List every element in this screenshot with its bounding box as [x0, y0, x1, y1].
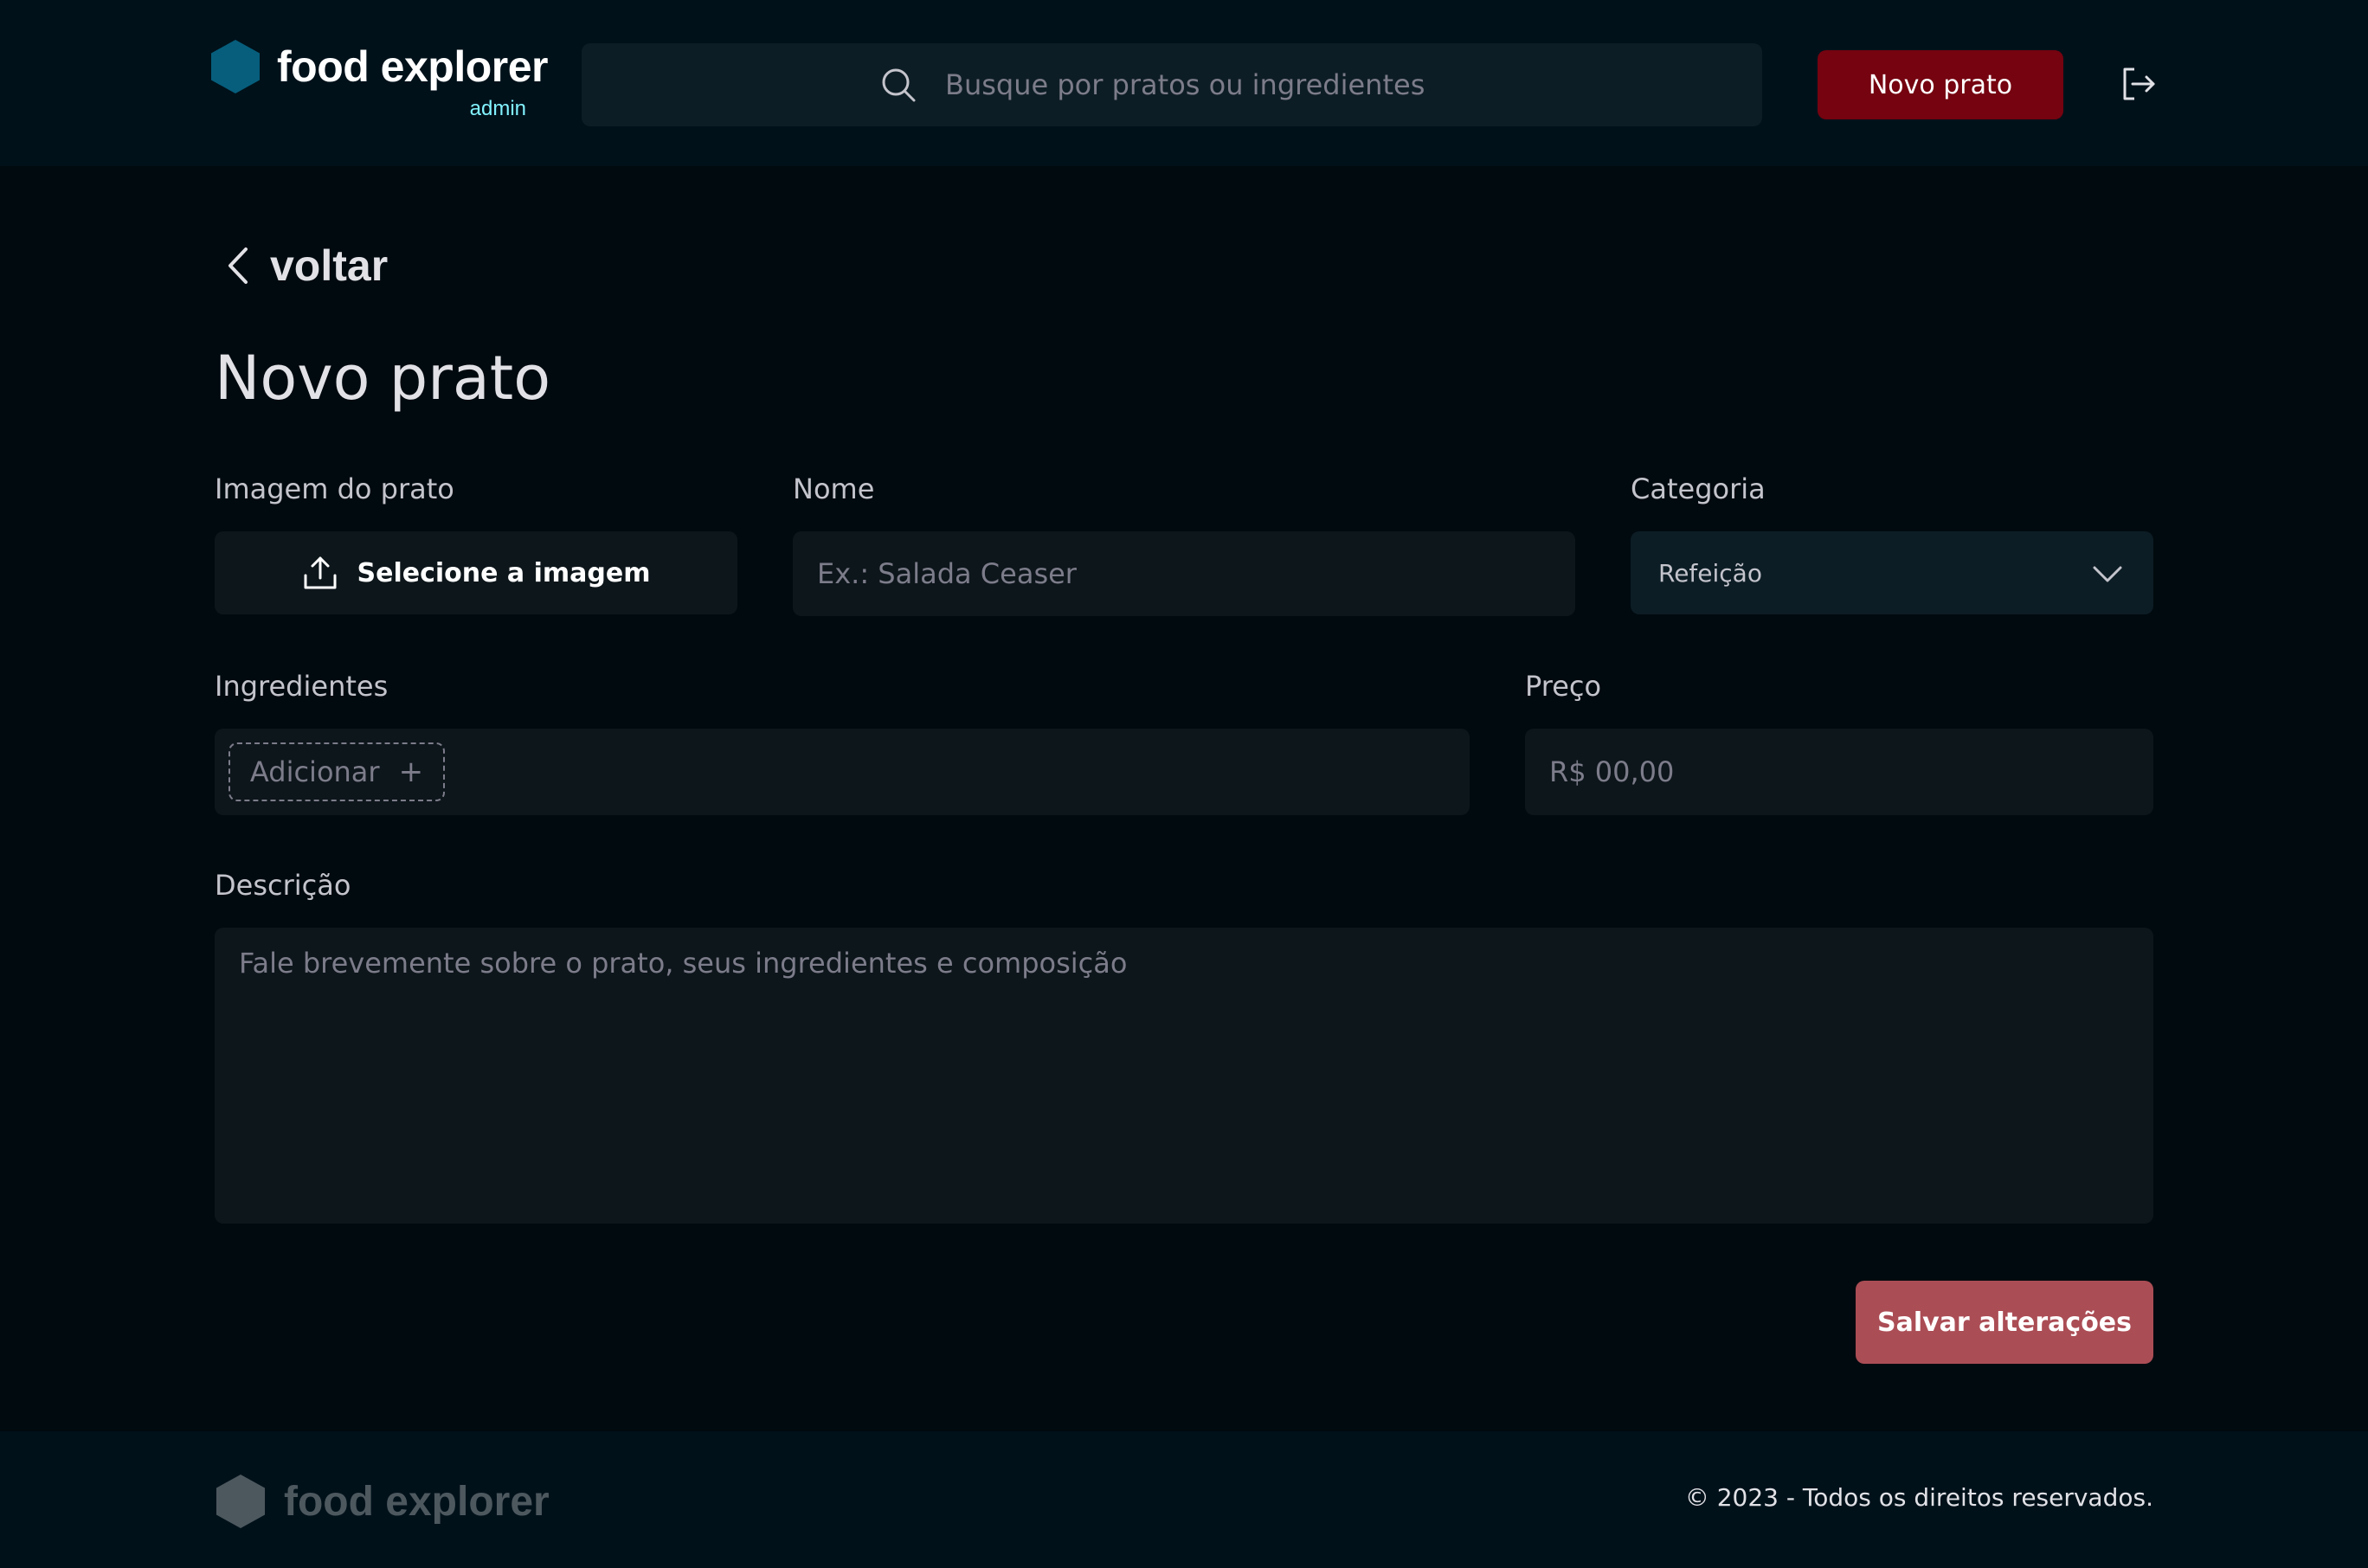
copyright-text: © 2023 - Todos os direitos reservados. — [1684, 1483, 2153, 1512]
back-label: voltar — [270, 241, 389, 290]
footer-logo: food explorer — [216, 1475, 563, 1530]
name-input[interactable] — [793, 531, 1575, 616]
page-title: Novo prato — [215, 343, 551, 414]
ingredients-label: Ingredientes — [215, 670, 389, 703]
hexagon-logo-icon — [216, 1475, 265, 1528]
name-label: Nome — [793, 472, 875, 505]
new-dish-button[interactable]: Novo prato — [1818, 50, 2063, 119]
logo[interactable]: food explorer admin — [211, 40, 548, 120]
description-label: Descrição — [215, 869, 351, 902]
image-label: Imagem do prato — [215, 472, 454, 505]
footer: food explorer © 2023 - Todos os direitos… — [0, 1431, 2368, 1568]
category-label: Categoria — [1631, 472, 1766, 505]
search-icon — [882, 68, 916, 102]
upload-image-label: Selecione a imagem — [357, 557, 651, 588]
admin-badge: admin — [469, 97, 526, 120]
chevron-left-icon — [228, 247, 248, 284]
upload-icon — [304, 556, 337, 589]
hexagon-logo-icon — [211, 40, 260, 93]
sign-out-icon[interactable] — [2120, 66, 2157, 102]
logo-text: food explorer — [277, 42, 548, 91]
price-input[interactable] — [1525, 729, 2153, 815]
category-select[interactable]: Refeição — [1631, 531, 2153, 614]
description-textarea[interactable] — [215, 928, 2153, 1224]
category-selected-value: Refeição — [1658, 558, 1762, 588]
add-ingredient-label: Adicionar — [249, 755, 380, 788]
plus-icon: + — [398, 755, 424, 789]
footer-logo-text: food explorer — [284, 1479, 550, 1525]
price-label: Preço — [1525, 670, 1602, 703]
header: food explorer admin Novo prato — [0, 0, 2368, 166]
ingredients-field: Adicionar + — [215, 729, 1470, 815]
search-bar[interactable] — [582, 43, 1762, 126]
save-changes-button[interactable]: Salvar alterações — [1856, 1281, 2153, 1364]
search-input[interactable] — [945, 64, 1724, 106]
add-ingredient-button[interactable]: Adicionar + — [228, 742, 445, 801]
back-link[interactable]: voltar — [225, 237, 388, 294]
chevron-down-icon — [2093, 566, 2122, 582]
upload-image-button[interactable]: Selecione a imagem — [215, 531, 737, 614]
